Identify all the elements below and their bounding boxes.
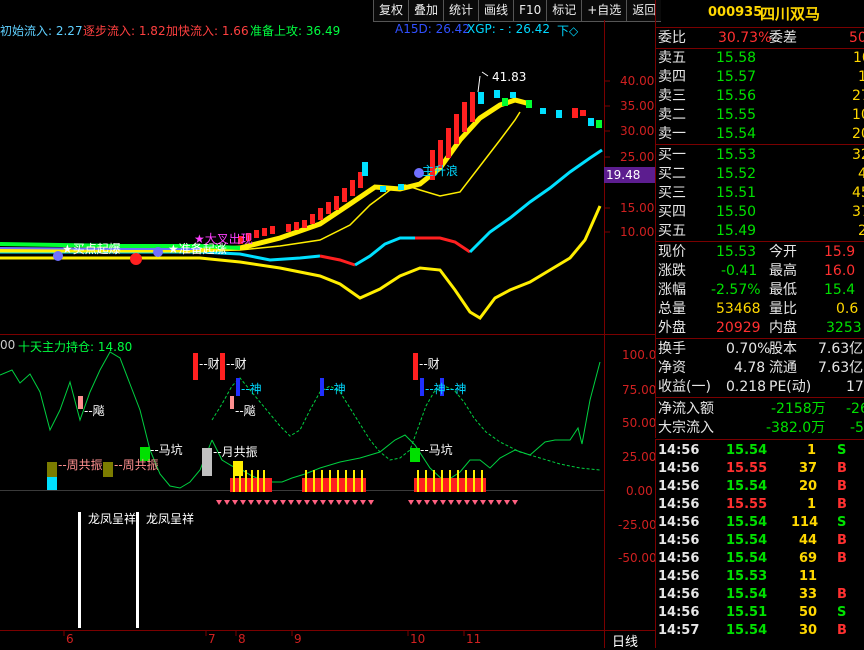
sub-axis-label: 50.00 <box>622 416 657 430</box>
buy-level-1[interactable]: 买一15.5332 <box>656 145 864 165</box>
zuidi-value: 15.4 <box>824 282 856 298</box>
list-item: 14:56 15.54 114 S <box>658 515 847 530</box>
sell-level-5[interactable]: 卖五15.5810 <box>656 48 864 68</box>
sub-axis-label: -50.00 <box>618 551 657 565</box>
list-item: 14:56 15.53 11 <box>658 569 818 584</box>
list-item: 14:56 15.54 44 B <box>658 533 847 548</box>
annotation-cross: ★大叉出现 <box>194 232 253 246</box>
sell-level-1[interactable]: 卖一15.5420 <box>656 124 864 144</box>
sub-axis-label: 75.00 <box>622 383 657 397</box>
signal-shen-1: --神 <box>241 382 262 396</box>
weibi-label: 委比 <box>658 30 686 46</box>
list-item: 14:56 15.54 69 B <box>658 551 847 566</box>
subchart-prefix: 00 <box>0 338 16 352</box>
signal-yue: --月共振 <box>213 445 258 459</box>
buy-book: 买一15.5332 买二15.524 买三15.5145 买四15.5037 买… <box>655 145 864 241</box>
kline-chart[interactable] <box>0 0 655 648</box>
weicha-value: 50 <box>849 30 864 46</box>
waipan-value: 20929 <box>716 320 761 336</box>
neipan-label: 内盘 <box>769 320 797 336</box>
signal-ma-2: --马坑 <box>420 443 453 457</box>
sell-level-2[interactable]: 卖二15.5510 <box>656 105 864 125</box>
sub-axis-label: -25.00 <box>618 518 657 532</box>
list-item: 14:56 15.51 50 S <box>658 605 847 620</box>
signal-zhou-2: --周共振 <box>114 458 159 472</box>
zuidi-label: 最低 <box>769 282 797 298</box>
quote-panel: 现价 15.53 今开 15.9 涨跌 -0.41 最高 16.0 涨幅 -2.57% 最低 15… <box>655 242 864 338</box>
high-price-label: 41.83 <box>492 70 527 84</box>
jinkai-label: 今开 <box>769 244 797 260</box>
x-axis-tick: 11 <box>466 632 482 646</box>
price-axis-label: 25.00 <box>620 150 655 164</box>
list-item: 14:56 15.54 33 B <box>658 587 847 602</box>
list-item: 14:57 15.54 30 B <box>658 623 847 638</box>
jinkai-value: 15.9 <box>824 244 856 260</box>
annotation-buy-point: ★买点起爆 <box>62 242 121 256</box>
x-axis-tick: 10 <box>410 632 426 646</box>
weibi-row: 委比 30.73% 委差 50 <box>655 28 864 48</box>
signal-cai-1: --财 <box>199 357 220 371</box>
list-item: 14:56 15.54 1 S <box>658 443 847 458</box>
zuigao-value: 16.0 <box>824 263 856 279</box>
sub-axis-label: 25.00 <box>622 450 657 464</box>
liangbi-label: 量比 <box>769 301 797 317</box>
period-selector[interactable]: 日线 <box>612 631 638 650</box>
zongliang-value: 53468 <box>716 301 761 317</box>
zhangfu-label: 涨幅 <box>658 282 686 298</box>
price-axis-label: 35.00 <box>620 99 655 113</box>
signal-zhou-1: --周共振 <box>58 458 103 472</box>
current-price-tag: 19.48 <box>606 168 641 182</box>
sell-level-4[interactable]: 卖四 15.57 1 <box>656 67 864 87</box>
signal-biao-2: --飚 <box>235 404 256 418</box>
zongliang-label: 总量 <box>658 301 686 317</box>
subchart-title: 十天主力持仓: 14.80 <box>18 340 133 354</box>
zhangdie-label: 涨跌 <box>658 263 686 279</box>
buy-level-5[interactable]: 买五 15.49 2 <box>656 221 864 241</box>
zhangdie-value: -0.41 <box>721 263 758 279</box>
sell-level-3[interactable]: 卖三15.5627 <box>656 86 864 106</box>
price-axis-label: 30.00 <box>620 124 655 138</box>
signal-cai-2: --财 <box>226 357 247 371</box>
list-item: 14:56 15.55 1 B <box>658 497 847 512</box>
stock-code: 000935 <box>708 5 763 20</box>
fund-flow-panel: 净流入额-2158万-26 大宗流入-382.0万-5 <box>655 398 864 438</box>
buy-level-3[interactable]: 买三15.5145 <box>656 183 864 203</box>
stock-name: 四川双马 <box>760 5 821 23</box>
x-axis-tick: 6 <box>66 632 74 646</box>
xianjia-label: 现价 <box>658 244 686 260</box>
price-axis-label: 40.00 <box>620 74 655 88</box>
signal-shen-3: --神--神 <box>425 382 467 396</box>
xianjia-value: 15.53 <box>716 244 757 260</box>
x-axis-tick: 9 <box>294 632 302 646</box>
waipan-label: 外盘 <box>658 320 686 336</box>
sub-axis-label: 0.00 <box>626 484 653 498</box>
neipan-value: 3253 <box>826 320 862 336</box>
price-axis-label: 15.00 <box>620 201 655 215</box>
weicha-label: 委差 <box>769 30 797 46</box>
annotation-main-wave: 主升浪 <box>422 164 459 178</box>
sell-book: 卖五15.5810 卖四15.571 卖三15.5627 卖二15.5510 卖… <box>655 48 864 144</box>
list-item: 14:56 15.55 37 B <box>658 461 847 476</box>
x-axis-tick: 8 <box>238 632 246 646</box>
stock-header: 000935 四川双马 <box>655 0 864 27</box>
sub-axis-label: 100.0 <box>622 348 657 362</box>
signal-shen-2: --神 <box>325 382 346 396</box>
zuigao-label: 最高 <box>769 263 797 279</box>
fundamentals-panel: 换手 0.70% 股本 7.63亿 净资 4.78 流通 7.63亿 收益(一) 0.218 P… <box>655 339 864 397</box>
zhangfu-value: -2.57% <box>711 282 761 298</box>
signal-long-2: 龙凤呈祥 <box>146 512 195 526</box>
x-axis-tick: 7 <box>208 632 216 646</box>
signal-biao-1: --飚 <box>84 404 105 418</box>
buy-level-2[interactable]: 买二 15.52 4 <box>656 164 864 184</box>
liangbi-value: 0.6 <box>836 301 859 317</box>
signal-ma-1: --马坑 <box>150 443 183 457</box>
buy-level-4[interactable]: 买四15.5037 <box>656 202 864 222</box>
list-item: 14:56 15.54 20 B <box>658 479 847 494</box>
price-axis-label: 10.00 <box>620 225 655 239</box>
signal-cai-3: --财 <box>419 357 440 371</box>
weibi-value: 30.73% <box>718 30 772 46</box>
signal-long-1: 龙凤呈祥 <box>88 512 137 526</box>
tick-list[interactable]: 14:56 15.54 1 S 14:56 15.55 37 B 14:56 15.54 20 B… <box>655 440 864 648</box>
